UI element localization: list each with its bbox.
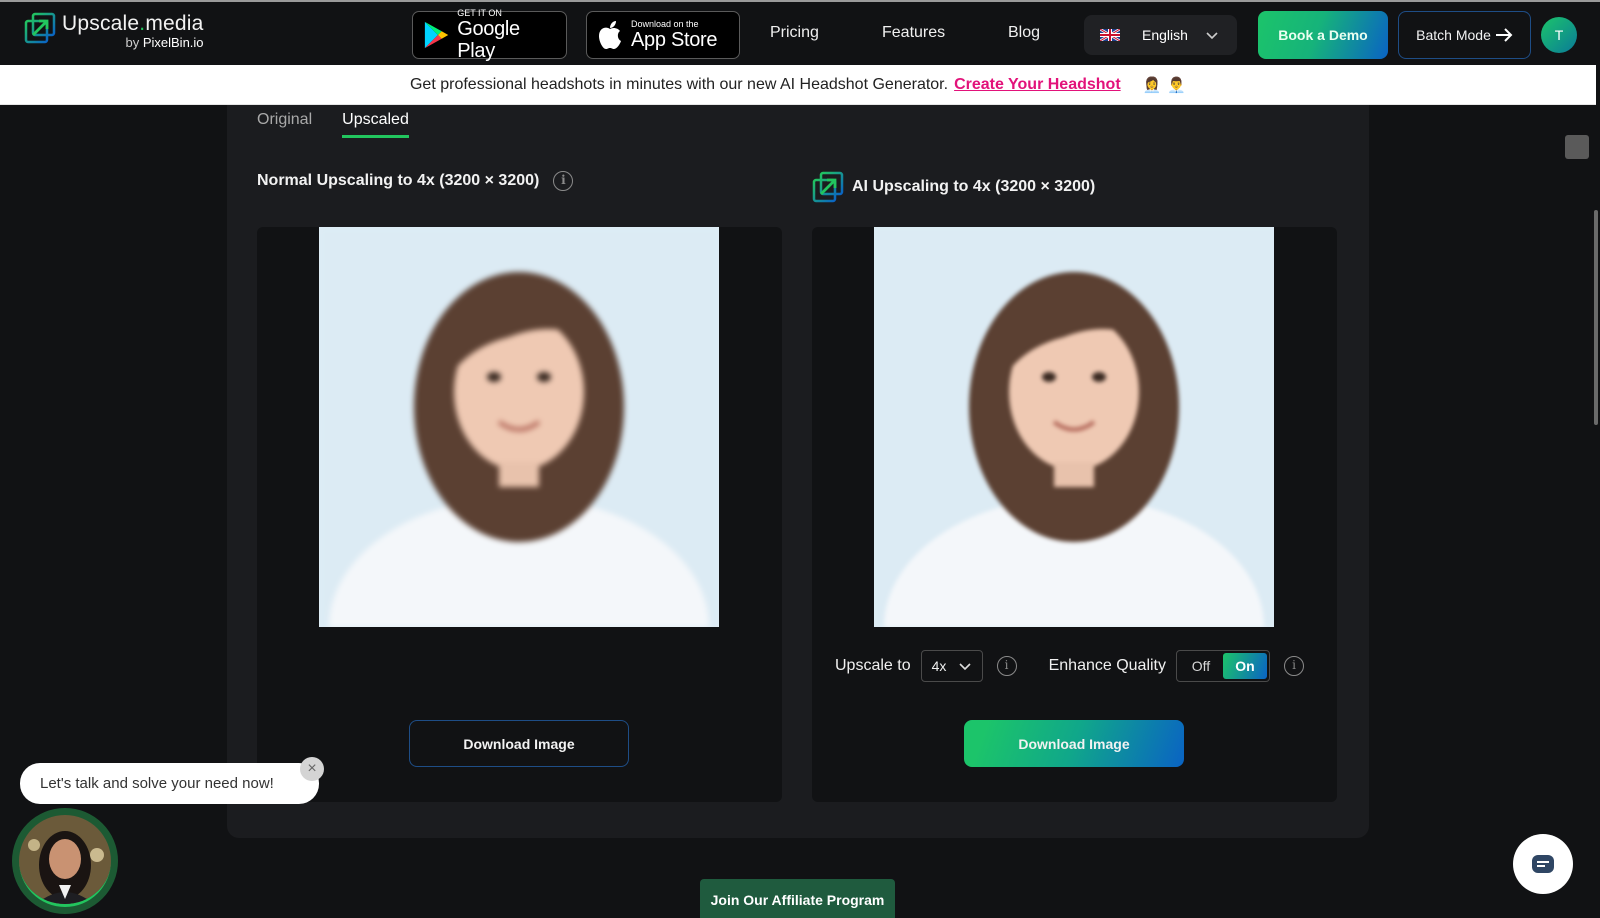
banner-text: Get professional headshots in minutes wi…	[409, 75, 949, 93]
nav-pricing[interactable]: Pricing	[770, 24, 819, 42]
normal-upscaling-label: Normal Upscaling to 4x (3200 × 3200)	[257, 172, 540, 189]
upscale-logo-icon	[24, 12, 56, 44]
apple-icon	[599, 21, 621, 49]
batch-mode-button[interactable]: Batch Mode	[1398, 11, 1531, 59]
app-store-small-text: Download on the	[631, 19, 699, 29]
ai-upscaling-title: AI Upscaling to 4x (3200 × 3200)	[812, 171, 1095, 203]
create-headshot-link[interactable]: Create Your Headshot	[954, 76, 1121, 94]
agent-photo	[19, 815, 111, 904]
upscale-controls: Upscale to 4x i Enhance Quality Off On i	[835, 650, 1304, 682]
chevron-down-icon	[1206, 32, 1218, 40]
google-play-icon	[424, 21, 449, 49]
enhance-quality-toggle[interactable]: Off On	[1176, 650, 1270, 682]
businesswoman-icon: 👩‍💼	[1142, 76, 1162, 94]
nav-blog[interactable]: Blog	[1008, 24, 1040, 42]
download-ai-button[interactable]: Download Image	[964, 720, 1184, 767]
tab-upscaled[interactable]: Upscaled	[342, 111, 409, 138]
chat-prompt-text: Let's talk and solve your need now!	[40, 775, 274, 792]
normal-upscaling-title: Normal Upscaling to 4x (3200 × 3200) i	[257, 171, 574, 191]
tab-original[interactable]: Original	[257, 111, 312, 138]
arrow-right-icon	[1495, 28, 1513, 42]
close-icon[interactable]: ×	[300, 757, 324, 781]
app-store-button[interactable]: Download on the App Store	[586, 11, 740, 59]
promo-banner: Get professional headshots in minutes wi…	[0, 65, 1596, 105]
brand-subtitle: by PixelBin.io	[125, 35, 204, 50]
page: Upscale.media by PixelBin.io GET IT ON G…	[0, 0, 1600, 918]
ai-upscaling-label: AI Upscaling to 4x (3200 × 3200)	[852, 178, 1096, 195]
info-icon[interactable]: i	[996, 656, 1017, 676]
businessman-icon: 👨‍💼	[1167, 76, 1187, 94]
ai-upscale-panel: Upscale to 4x i Enhance Quality Off On i…	[812, 227, 1337, 802]
toggle-off-option[interactable]: Off	[1179, 653, 1223, 679]
user-avatar[interactable]: T	[1541, 17, 1577, 53]
top-navigation: Upscale.media by PixelBin.io GET IT ON G…	[0, 0, 1600, 65]
chat-launcher-button[interactable]	[1513, 834, 1573, 894]
girl-portrait-image	[874, 227, 1274, 627]
affiliate-program-button[interactable]: Join Our Affiliate Program	[700, 879, 895, 918]
enhance-quality-label: Enhance Quality	[1048, 657, 1166, 674]
google-play-big-text: Google Play	[457, 18, 520, 62]
nav-features[interactable]: Features	[882, 24, 945, 42]
side-widget-handle[interactable]	[1565, 135, 1589, 159]
upscale-factor-value: 4x	[931, 658, 947, 674]
google-play-small-text: GET IT ON	[457, 8, 502, 18]
book-demo-button[interactable]: Book a Demo	[1258, 11, 1388, 59]
chat-prompt-bubble[interactable]: Let's talk and solve your need now!	[20, 763, 319, 804]
chevron-down-icon	[959, 663, 971, 671]
ai-upscaled-image	[874, 227, 1274, 627]
upscale-factor-select[interactable]: 4x	[920, 650, 983, 682]
upscale-to-label: Upscale to	[835, 657, 911, 674]
google-play-button[interactable]: GET IT ON Google Play	[412, 8, 567, 62]
result-card: Original Upscaled Normal Upscaling to 4x…	[227, 105, 1369, 838]
batch-mode-label: Batch Mode	[1416, 27, 1491, 43]
brand-logo-link[interactable]: Upscale.media by PixelBin.io	[24, 12, 204, 50]
normal-upscaled-image	[319, 227, 719, 627]
upscale-logo-icon	[812, 171, 844, 203]
language-select[interactable]: English	[1084, 15, 1237, 55]
info-icon[interactable]: i	[553, 171, 574, 191]
brand-name: Upscale.media	[62, 12, 204, 35]
toggle-on-option[interactable]: On	[1223, 653, 1267, 679]
uk-flag-icon	[1100, 29, 1120, 41]
download-normal-button[interactable]: Download Image	[409, 720, 629, 767]
view-tabs: Original Upscaled	[257, 111, 409, 138]
girl-portrait-image	[319, 227, 719, 627]
normal-upscale-panel: Download Image	[257, 227, 782, 802]
message-icon	[1532, 855, 1554, 873]
support-agent-avatar[interactable]	[12, 808, 118, 914]
app-store-big-text: App Store	[631, 29, 718, 51]
language-label: English	[1142, 27, 1188, 43]
page-scrollbar[interactable]	[1594, 210, 1598, 425]
info-icon[interactable]: i	[1284, 656, 1304, 676]
